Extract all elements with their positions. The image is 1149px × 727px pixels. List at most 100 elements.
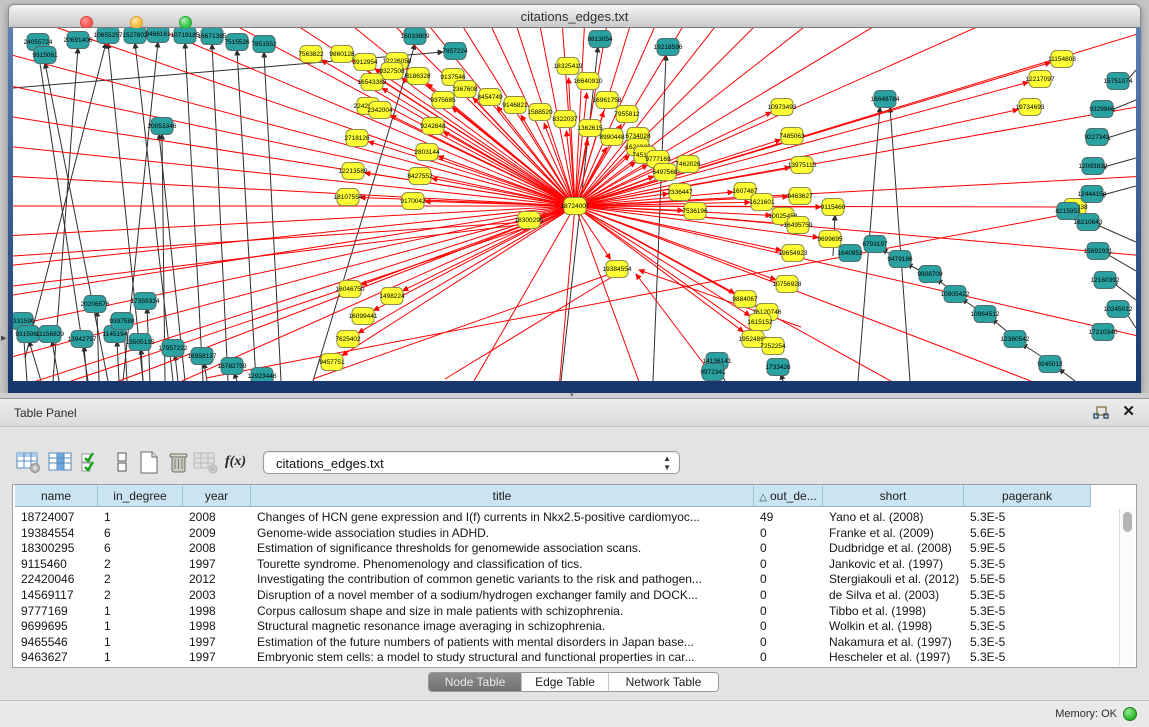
graph-node[interactable]: 10655257 bbox=[94, 28, 123, 44]
graph-node[interactable]: 9170042 bbox=[400, 193, 426, 210]
graph-node[interactable]: 7955812 bbox=[614, 106, 640, 123]
network-window-titlebar[interactable]: citations_edges.txt bbox=[8, 4, 1141, 28]
scrollbar-thumb[interactable] bbox=[1123, 512, 1132, 532]
graph-node[interactable]: 7515526 bbox=[224, 34, 250, 51]
graph-node[interactable]: 13975115 bbox=[788, 157, 817, 174]
graph-node[interactable]: 10719185 bbox=[171, 28, 200, 44]
graph-node[interactable]: 7851552 bbox=[251, 36, 277, 53]
graph-node[interactable]: 3912954 bbox=[352, 54, 378, 71]
graph-node[interactable]: 16210643 bbox=[1074, 214, 1103, 231]
table-select-dropdown[interactable]: citations_edges.txt ▲▼ bbox=[263, 451, 680, 474]
tab-network-table[interactable]: Network Table bbox=[609, 673, 718, 692]
table-row[interactable]: 946362711997Embryonic stem cells: a mode… bbox=[13, 649, 1136, 665]
graph-node[interactable]: 10905422 bbox=[941, 286, 970, 303]
column-header-in_degree[interactable]: in_degree bbox=[98, 485, 183, 507]
graph-node[interactable]: 16648784 bbox=[871, 91, 900, 108]
table-row[interactable]: 946554611997Estimation of the future num… bbox=[13, 634, 1136, 650]
graph-node[interactable]: 13505135 bbox=[126, 334, 155, 351]
graph-node[interactable]: 6793197 bbox=[862, 236, 888, 253]
graph-node[interactable]: 16640910 bbox=[574, 73, 603, 90]
table-settings-icon[interactable] bbox=[16, 450, 42, 475]
graph-node[interactable]: 11154808 bbox=[1048, 51, 1076, 68]
graph-node[interactable]: 16782759 bbox=[218, 358, 247, 375]
delete-table-icon[interactable] bbox=[193, 450, 219, 475]
graph-node[interactable]: 7625402 bbox=[335, 331, 361, 348]
column-header-year[interactable]: year bbox=[183, 485, 251, 507]
graph-node[interactable]: 16495759 bbox=[784, 217, 813, 234]
graph-node[interactable]: 2342004 bbox=[367, 102, 393, 119]
graph-node[interactable]: 9884067 bbox=[732, 291, 758, 308]
graph-node[interactable]: 9329966 bbox=[1089, 101, 1115, 118]
table-row[interactable]: 977716911998Corpus callosum shape and si… bbox=[13, 603, 1136, 619]
graph-node[interactable]: 2718126 bbox=[344, 130, 370, 147]
graph-node[interactable]: 18325419 bbox=[554, 58, 583, 75]
graph-node[interactable]: 19654923 bbox=[779, 245, 808, 262]
graph-node[interactable]: 12444154 bbox=[1078, 186, 1107, 203]
column-header-short[interactable]: short bbox=[823, 485, 964, 507]
graph-node[interactable]: 1527602 bbox=[122, 28, 148, 44]
graph-node[interactable]: 18300295 bbox=[515, 212, 544, 229]
graph-node[interactable]: 19384554 bbox=[603, 261, 632, 278]
graph-node[interactable]: 9227343 bbox=[1084, 129, 1110, 146]
graph-node[interactable]: 9463627 bbox=[787, 188, 813, 205]
graph-node[interactable]: 15692931 bbox=[1084, 243, 1113, 260]
table-row[interactable]: 1872400712008Changes of HCN gene express… bbox=[13, 509, 1136, 525]
row-height-icon[interactable] bbox=[110, 450, 136, 475]
graph-node[interactable]: 16961758 bbox=[593, 92, 622, 109]
graph-node[interactable]: 16671385 bbox=[198, 28, 227, 45]
graph-node[interactable]: 9315061 bbox=[32, 47, 58, 64]
column-header-pagerank[interactable]: pagerank bbox=[964, 485, 1091, 507]
vertical-scrollbar[interactable] bbox=[1119, 509, 1134, 665]
graph-node[interactable]: 1615152 bbox=[747, 314, 773, 331]
graph-node[interactable]: 1588520 bbox=[527, 104, 553, 121]
close-icon[interactable]: ✕ bbox=[1122, 404, 1135, 420]
graph-node[interactable]: 9242848 bbox=[420, 118, 446, 135]
graph-node[interactable]: 9860128 bbox=[329, 46, 355, 63]
graph-node[interactable]: 8322037 bbox=[552, 111, 578, 128]
graph-node[interactable]: 10973493 bbox=[768, 99, 797, 116]
graph-node[interactable]: 2367608 bbox=[452, 81, 478, 98]
graph-node[interactable]: 17210340 bbox=[1089, 324, 1118, 341]
tab-edge-table[interactable]: Edge Table bbox=[522, 673, 609, 692]
graph-node[interactable]: 19734693 bbox=[1016, 99, 1045, 116]
graph-node[interactable]: 1498224 bbox=[379, 288, 405, 305]
graph-node[interactable]: 16543382 bbox=[358, 74, 387, 91]
graph-node[interactable]: 17359324 bbox=[131, 293, 160, 310]
graph-node[interactable]: 8990448 bbox=[599, 129, 625, 146]
table-row[interactable]: 969969511998Structural magnetic resonanc… bbox=[13, 618, 1136, 634]
column-visibility-icon[interactable] bbox=[48, 450, 74, 475]
hub-node[interactable]: 18724007 bbox=[561, 198, 590, 215]
table-row[interactable]: 1456911722003Disruption of a novel membe… bbox=[13, 587, 1136, 603]
graph-node[interactable]: 10964512 bbox=[971, 306, 1000, 323]
graph-node[interactable]: 9457751 bbox=[319, 354, 345, 371]
graph-node[interactable]: 15751074 bbox=[1104, 73, 1133, 90]
graph-node[interactable]: 9146821 bbox=[502, 97, 528, 114]
graph-node[interactable]: 11156829 bbox=[36, 326, 64, 343]
table-row[interactable]: 1938455462009Genome-wide association stu… bbox=[13, 525, 1136, 541]
graph-node[interactable]: 1733426 bbox=[765, 359, 791, 376]
graph-node[interactable]: 9375685 bbox=[430, 92, 456, 109]
function-builder-icon[interactable]: f(x) bbox=[225, 450, 251, 475]
network-view-canvas[interactable]: 7563822986012839129541222605893275088186… bbox=[13, 28, 1136, 381]
graph-node[interactable]: 20206576 bbox=[81, 296, 110, 313]
graph-node[interactable]: 12923446 bbox=[248, 368, 277, 382]
graph-node[interactable]: 8186328 bbox=[405, 68, 431, 85]
graph-node[interactable]: 12160392 bbox=[1091, 272, 1120, 289]
column-header-title[interactable]: title bbox=[251, 485, 754, 507]
graph-node[interactable]: 9479186 bbox=[887, 251, 913, 268]
graph-node[interactable]: 19218596 bbox=[654, 39, 683, 56]
graph-node[interactable]: 7857224 bbox=[442, 43, 468, 60]
float-window-icon[interactable] bbox=[1093, 406, 1109, 420]
select-rows-icon[interactable] bbox=[80, 450, 106, 475]
graph-node[interactable]: 7252254 bbox=[760, 338, 786, 355]
graph-node[interactable]: 17957222 bbox=[159, 340, 188, 357]
graph-node[interactable]: 8427552 bbox=[407, 168, 433, 185]
table-row[interactable]: 2242004622012Investigating the contribut… bbox=[13, 571, 1136, 587]
graph-node[interactable]: 8813054 bbox=[587, 31, 613, 48]
tab-node-table[interactable]: Node Table bbox=[429, 673, 522, 692]
graph-node[interactable]: 16099441 bbox=[349, 308, 378, 325]
graph-node[interactable]: 12217097 bbox=[1026, 71, 1055, 88]
graph-node[interactable]: 9699695 bbox=[817, 231, 843, 248]
column-header-name[interactable]: name bbox=[15, 485, 98, 507]
graph-node[interactable]: 10245012 bbox=[1104, 301, 1133, 318]
